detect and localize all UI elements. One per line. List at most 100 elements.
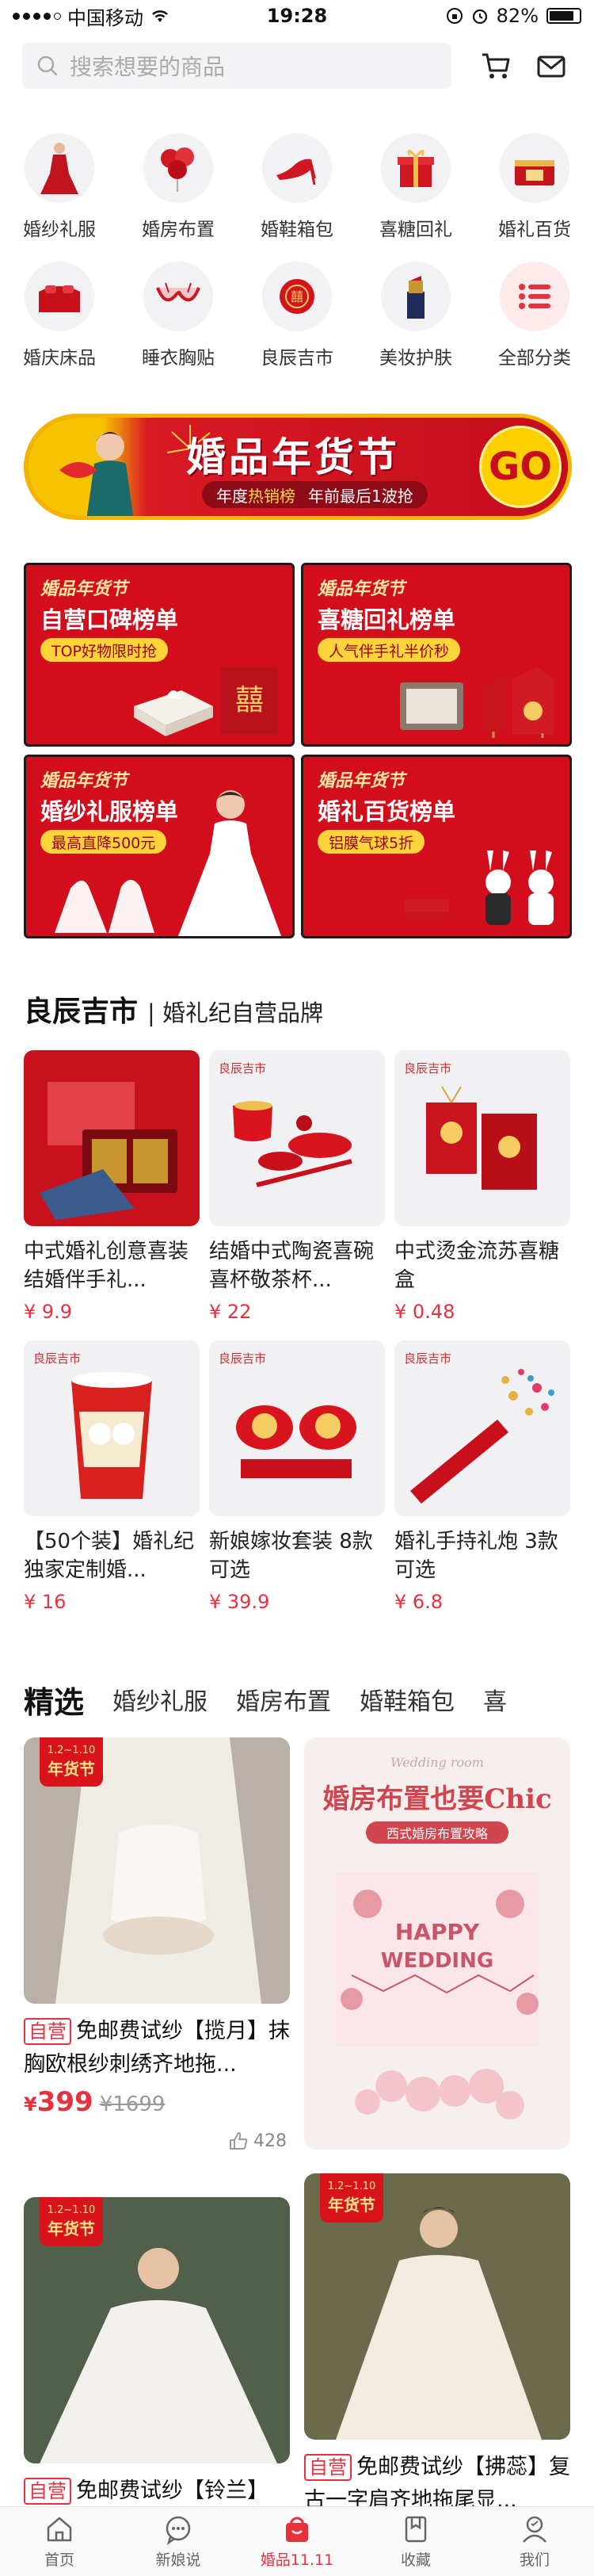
banner-sub-hot: 热销榜: [248, 486, 295, 506]
product-card[interactable]: 1.2~1.10 年货节 自营 免邮费试纱【揽月】抹胸欧根纱刺绣齐地拖... ¥39…: [24, 1737, 290, 2151]
ranking-title: 喜糖回礼榜单: [318, 606, 456, 633]
balloon-icon: [143, 133, 213, 203]
svg-text:HAPPY: HAPPY: [395, 1919, 480, 1945]
product-card[interactable]: 中式婚礼创意喜装结婚伴手礼... ¥ 9.9: [24, 1050, 200, 1323]
tab-label: 首页: [44, 2551, 74, 2569]
category-room-decor[interactable]: 婚房布置: [119, 133, 238, 241]
battery-icon: [546, 8, 581, 24]
ranking-tag: 婚品年货节: [318, 770, 406, 791]
ribbon-date: 1.2~1.10: [47, 2204, 96, 2216]
product-card[interactable]: 良辰吉市 新娘嫁妆套装 8款可选 ¥ 39.9: [209, 1340, 385, 1613]
banner-go-button[interactable]: GO: [479, 426, 562, 508]
product-image: 1.2~1.10 年货节: [24, 1737, 290, 2004]
tab-room-decor[interactable]: 婚房布置: [236, 1682, 331, 1717]
category-label: 睡衣胸贴: [142, 348, 215, 369]
thumbs-up-icon: [230, 2132, 248, 2150]
list-icon: [500, 262, 569, 331]
category-label: 婚礼百货: [498, 220, 571, 240]
tab-home[interactable]: 首页: [0, 2507, 119, 2576]
tab-favorites[interactable]: 收藏: [356, 2507, 475, 2576]
battery-percent: 82%: [496, 5, 539, 27]
product-image: 1.2~1.10 年货节: [304, 2173, 570, 2440]
ranking-card[interactable]: 婚品年货节 自营口碑榜单 TOP好物限时抢 囍: [24, 563, 295, 747]
category-label: 美妆护肤: [379, 348, 452, 369]
category-wedding-dress[interactable]: 婚纱礼服: [0, 133, 119, 241]
banner-sub-prefix: 年度: [216, 486, 248, 506]
brand-logo: 良辰吉市: [219, 1351, 267, 1366]
product-name: 结婚中式陶瓷喜碗喜杯敬茶杯...: [209, 1240, 375, 1292]
self-operated-badge: 自营: [304, 2454, 352, 2481]
festival-ribbon: 1.2~1.10 年货节: [40, 1737, 103, 1787]
top-header: 搜索想要的商品: [0, 38, 594, 94]
tab-label: 我们: [519, 2551, 550, 2569]
category-bedding[interactable]: 婚庆床品: [0, 262, 119, 369]
search-input[interactable]: 搜索想要的商品: [22, 43, 451, 89]
self-operated-badge: 自营: [24, 2018, 71, 2045]
tab-label: 新娘说: [155, 2551, 201, 2569]
wifi-icon: [152, 10, 168, 22]
ad-card[interactable]: Wedding room 婚房布置也要Chic 西式婚房布置攻略 HAPPY WE…: [304, 1737, 570, 2150]
product-card[interactable]: 1.2~1.10 年货节 自营 免邮费试纱【拂蕊】复古一字肩齐地拖尾显...: [304, 2173, 570, 2517]
category-shoes-bags[interactable]: 婚鞋箱包: [238, 133, 356, 241]
tab-featured[interactable]: 精选: [24, 1678, 84, 1722]
party-balloons-icon: HAPPY WEDDING: [336, 1872, 539, 2119]
ranking-card[interactable]: 婚品年货节 婚礼百货榜单 铝膜气球5折: [301, 755, 572, 938]
category-label: 全部分类: [498, 348, 571, 369]
category-beauty[interactable]: 美妆护肤: [356, 262, 475, 369]
lipstick-icon: [381, 262, 451, 331]
product-image: 良辰吉市: [209, 1340, 385, 1516]
chat-icon: [166, 2516, 191, 2545]
product-card[interactable]: 1.2~1.10 年货节 自营 免邮费试纱【铃兰】: [24, 2197, 290, 2541]
fan-icon: 囍: [262, 262, 332, 331]
tab-candy[interactable]: 喜: [483, 1682, 507, 1717]
product-title: 自营 免邮费试纱【揽月】抹胸欧根纱刺绣齐地拖...: [24, 2015, 290, 2081]
tab-us[interactable]: 我们: [475, 2507, 594, 2576]
product-price: ¥ 16: [24, 1591, 67, 1613]
category-candy-gifts[interactable]: 喜糖回礼: [356, 133, 475, 241]
product-card[interactable]: 良辰吉市 【50个装】婚礼纪独家定制婚... ¥ 16: [24, 1340, 200, 1613]
ribbon-date: 1.2~1.10: [47, 1745, 96, 1756]
product-name: 新娘嫁妆套装 8款可选: [209, 1530, 373, 1582]
product-name: 中式烫金流苏喜糖盒: [394, 1240, 560, 1292]
tab-shoes-bags[interactable]: 婚鞋箱包: [360, 1682, 455, 1717]
ribbon-date: 1.2~1.10: [327, 2180, 376, 2192]
product-price-value: 399: [36, 2086, 93, 2118]
ranking-card[interactable]: 婚品年货节 婚纱礼服榜单 最高直降500元: [24, 755, 295, 938]
product-name: 婚礼手持礼炮 3款可选: [394, 1530, 558, 1582]
original-price: ¥1699: [99, 2093, 166, 2116]
bag-icon: [286, 2517, 308, 2542]
category-tabs: 精选 婚纱礼服 婚房布置 婚鞋箱包 喜: [0, 1676, 594, 1723]
tab-bride-talk[interactable]: 新娘说: [119, 2507, 238, 2576]
product-image: [24, 1050, 200, 1226]
tissue-box-icon: 囍: [134, 667, 278, 736]
bridal-gown-icon: [55, 790, 281, 936]
message-button[interactable]: [534, 48, 569, 83]
ad-subtitle: 西式婚房布置攻略: [366, 1821, 508, 1844]
self-operated-badge: 自营: [24, 2478, 71, 2505]
section-subtitle: | 婚礼纪自营品牌: [147, 999, 324, 1026]
product-card[interactable]: 良辰吉市 结婚中式陶瓷喜碗喜杯敬茶杯... ¥ 22: [209, 1050, 385, 1323]
ranking-card[interactable]: 婚品年货节 喜糖回礼榜单 人气伴手礼半价秒: [301, 563, 572, 747]
product-card[interactable]: 良辰吉市 婚礼手持礼炮 3款可选 ¥ 6.8: [394, 1340, 570, 1613]
cart-button[interactable]: [478, 48, 513, 83]
brand-product-grid: 中式婚礼创意喜装结婚伴手礼... ¥ 9.9 良辰吉市 结婚中式陶瓷喜碗喜杯敬茶…: [24, 1050, 570, 1613]
section-title: 良辰吉市: [24, 996, 139, 1028]
product-card[interactable]: 良辰吉市 中式烫金流苏喜糖盒 ¥ 0.48: [394, 1050, 570, 1323]
product-image: 良辰吉市: [394, 1340, 570, 1516]
festival-ribbon: 1.2~1.10 年货节: [320, 2173, 383, 2222]
tab-wedding-dress[interactable]: 婚纱礼服: [112, 1682, 208, 1717]
brand-logo: 良辰吉市: [219, 1061, 267, 1076]
bookmark-icon: [405, 2516, 427, 2543]
category-all[interactable]: 全部分类: [475, 262, 594, 369]
category-lucky-market[interactable]: 囍 良辰吉市: [238, 262, 356, 369]
model-figure-icon: [59, 432, 134, 516]
category-wedding-goods[interactable]: 婚礼百货: [475, 133, 594, 241]
orientation-lock-icon: [446, 8, 463, 24]
category-sleepwear[interactable]: 睡衣胸贴: [119, 262, 238, 369]
product-price: ¥ 0.48: [394, 1301, 455, 1323]
gift-box-icon: [381, 133, 451, 203]
promo-banner[interactable]: 婚品年货节 年度热销榜 年前最后1波抢 GO: [24, 414, 572, 520]
tab-wedding-goods[interactable]: 婚品11.11: [238, 2507, 356, 2576]
product-name: 【50个装】婚礼纪独家定制婚...: [24, 1530, 195, 1582]
like-count[interactable]: 428: [24, 2131, 290, 2151]
